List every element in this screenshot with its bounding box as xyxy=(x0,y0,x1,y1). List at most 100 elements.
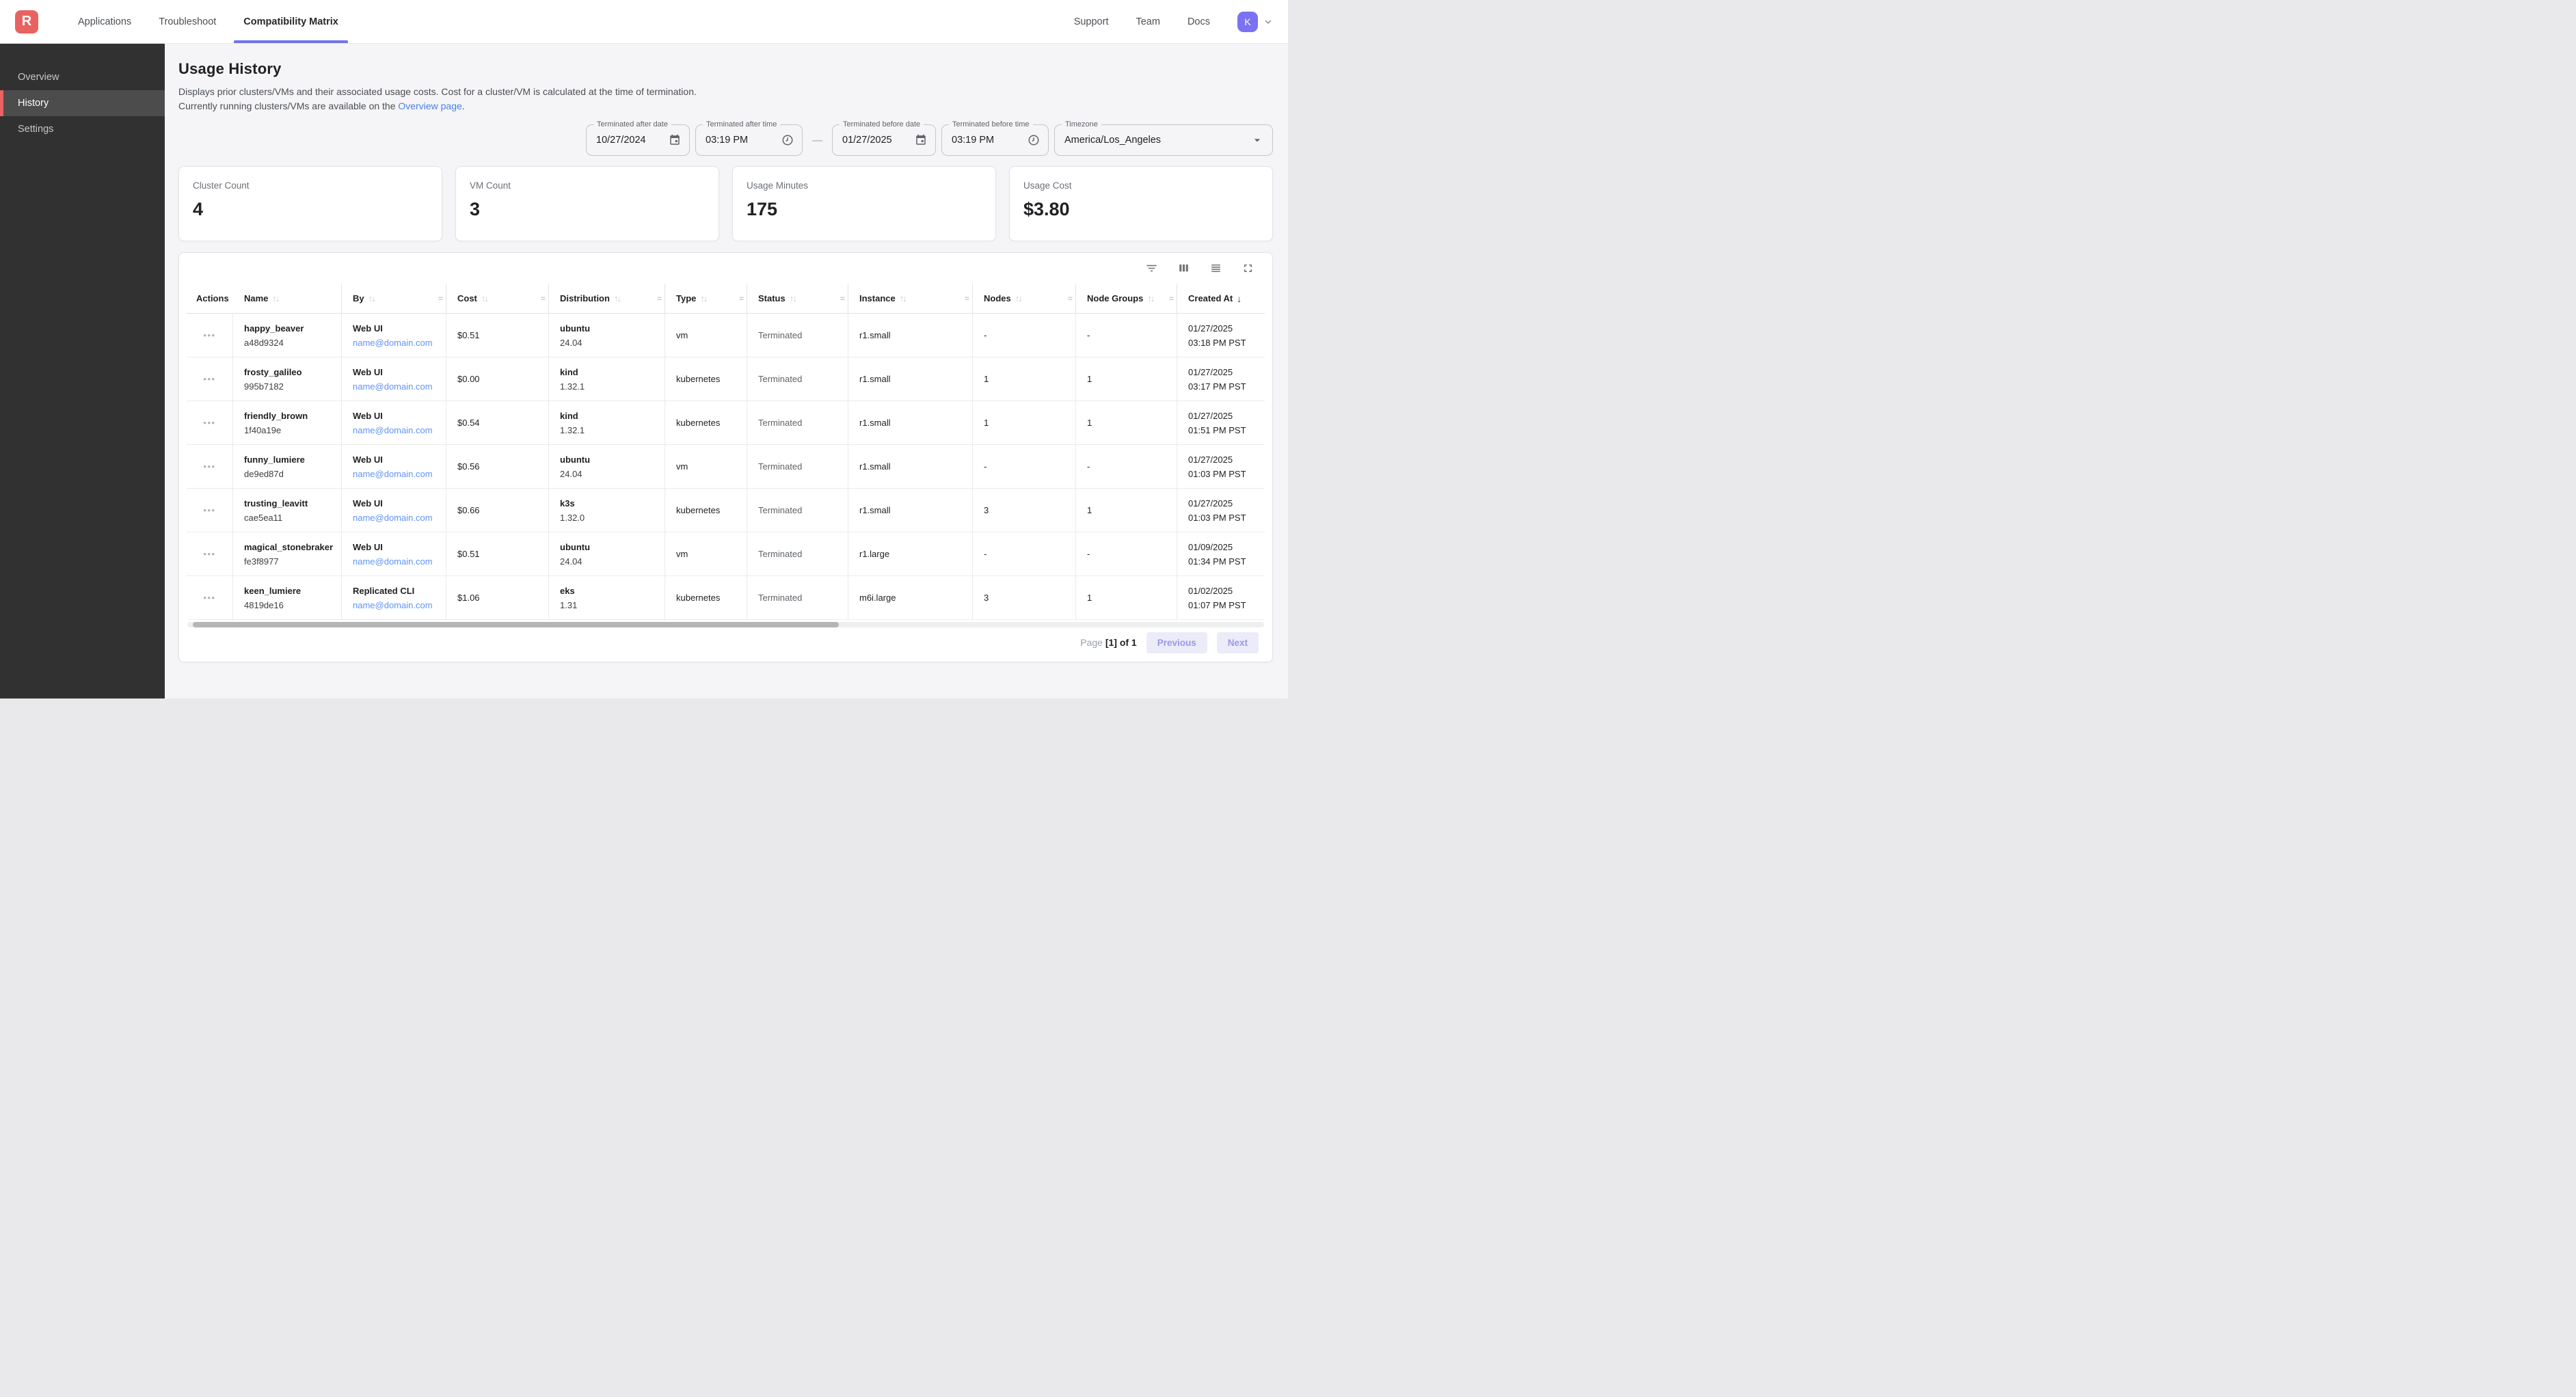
terminated-after-date-field[interactable]: Terminated after date 10/27/2024 xyxy=(586,124,690,156)
column-header-node-groups[interactable]: Node Groups↑↓= xyxy=(1076,284,1177,313)
clock-icon[interactable] xyxy=(1028,134,1040,146)
created-by-source: Web UI xyxy=(353,367,446,377)
cell-distribution: eks1.31 xyxy=(549,576,665,619)
sort-icon[interactable]: ↑↓ xyxy=(700,293,706,303)
cell-cost: $0.66 xyxy=(446,489,549,532)
sort-icon[interactable]: ↑↓ xyxy=(1147,293,1153,303)
link-team[interactable]: Team xyxy=(1136,16,1159,27)
column-resize-handle[interactable]: = xyxy=(541,294,546,303)
fullscreen-icon[interactable] xyxy=(1242,262,1255,275)
node-groups-value: - xyxy=(1087,549,1177,559)
previous-page-button[interactable]: Previous xyxy=(1146,632,1207,653)
row-actions-button[interactable]: ••• xyxy=(203,463,215,470)
column-header-created-at[interactable]: Created At ↓ xyxy=(1177,284,1265,313)
nodes-value: - xyxy=(984,461,1075,472)
row-actions-button[interactable]: ••• xyxy=(203,332,215,339)
cell-node-groups: - xyxy=(1076,314,1177,357)
columns-icon[interactable] xyxy=(1177,262,1190,275)
row-actions-button[interactable]: ••• xyxy=(203,507,215,514)
tab-compatibility-matrix[interactable]: Compatibility Matrix xyxy=(232,0,349,43)
sort-icon[interactable]: ↑↓ xyxy=(790,293,796,303)
sidebar-item-history[interactable]: History xyxy=(0,90,165,116)
table-row: ••• keen_lumiere4819de16 Replicated CLIn… xyxy=(187,576,1265,620)
column-header-status[interactable]: Status↑↓= xyxy=(747,284,848,313)
calendar-icon[interactable] xyxy=(669,134,681,146)
column-header-nodes[interactable]: Nodes↑↓= xyxy=(973,284,1076,313)
created-by-email-link[interactable]: name@domain.com xyxy=(353,513,446,523)
sort-icon[interactable]: ↑↓ xyxy=(368,293,375,303)
cell-created-at: 01/02/202501:07 PM PST xyxy=(1177,576,1265,619)
link-docs[interactable]: Docs xyxy=(1188,16,1210,27)
sidebar-item-overview[interactable]: Overview xyxy=(0,64,165,90)
column-header-cost[interactable]: Cost↑↓= xyxy=(446,284,549,313)
terminated-before-date-field[interactable]: Terminated before date 01/27/2025 xyxy=(832,124,936,156)
sidebar-item-settings[interactable]: Settings xyxy=(0,116,165,142)
column-header-name[interactable]: Name↑↓ xyxy=(233,284,342,313)
instance-value: r1.small xyxy=(859,505,972,515)
cell-name: frosty_galileo995b7182 xyxy=(233,357,342,401)
column-header-instance[interactable]: Instance↑↓= xyxy=(848,284,973,313)
instance-value: r1.large xyxy=(859,549,972,559)
clock-icon[interactable] xyxy=(781,134,794,146)
tab-applications[interactable]: Applications xyxy=(67,0,142,43)
link-support[interactable]: Support xyxy=(1074,16,1109,27)
terminated-after-time-field[interactable]: Terminated after time 03:19 PM xyxy=(695,124,803,156)
replicated-logo[interactable]: R xyxy=(15,10,38,33)
row-actions-button[interactable]: ••• xyxy=(203,376,215,383)
column-header-by[interactable]: By↑↓= xyxy=(342,284,446,313)
calendar-icon[interactable] xyxy=(915,134,927,146)
cell-by: Web UIname@domain.com xyxy=(342,401,446,444)
created-by-email-link[interactable]: name@domain.com xyxy=(353,556,446,567)
created-by-email-link[interactable]: name@domain.com xyxy=(353,600,446,610)
stat-cards: Cluster Count 4 VM Count 3 Usage Minutes… xyxy=(178,166,1273,241)
column-resize-handle[interactable]: = xyxy=(1169,294,1174,303)
sort-icon[interactable]: ↑↓ xyxy=(900,293,906,303)
column-resize-handle[interactable]: = xyxy=(739,294,744,303)
next-page-button[interactable]: Next xyxy=(1217,632,1259,653)
created-by-source: Web UI xyxy=(353,455,446,465)
tab-troubleshoot[interactable]: Troubleshoot xyxy=(148,0,227,43)
distribution-version: 1.32.0 xyxy=(560,513,665,523)
created-by-email-link[interactable]: name@domain.com xyxy=(353,338,446,348)
created-by-email-link[interactable]: name@domain.com xyxy=(353,425,446,435)
scrollbar-thumb[interactable] xyxy=(193,622,839,627)
row-actions-button[interactable]: ••• xyxy=(203,595,215,601)
row-actions-button[interactable]: ••• xyxy=(203,551,215,558)
nodes-value: 1 xyxy=(984,418,1075,428)
cell-nodes: - xyxy=(973,314,1076,357)
cell-distribution: ubuntu24.04 xyxy=(549,314,665,357)
sort-icon[interactable]: ↑↓ xyxy=(1015,293,1021,303)
nodes-value: 3 xyxy=(984,593,1075,603)
distribution-name: eks xyxy=(560,586,665,596)
column-resize-handle[interactable]: = xyxy=(657,294,662,303)
column-header-type[interactable]: Type↑↓= xyxy=(665,284,747,313)
cell-actions: ••• xyxy=(187,314,233,357)
account-menu[interactable]: K xyxy=(1237,12,1274,32)
overview-page-link[interactable]: Overview page xyxy=(398,100,461,111)
horizontal-scrollbar[interactable] xyxy=(187,622,1264,627)
cell-node-groups: 1 xyxy=(1076,576,1177,619)
column-header-distribution[interactable]: Distribution↑↓= xyxy=(549,284,665,313)
avatar[interactable]: K xyxy=(1237,12,1258,32)
column-label: Created At xyxy=(1188,293,1233,303)
filter-icon[interactable] xyxy=(1145,262,1158,275)
created-by-email-link[interactable]: name@domain.com xyxy=(353,469,446,479)
column-resize-handle[interactable]: = xyxy=(438,294,443,303)
created-by-email-link[interactable]: name@domain.com xyxy=(353,381,446,392)
column-resize-handle[interactable]: = xyxy=(840,294,845,303)
cost-value: $0.51 xyxy=(457,549,548,559)
cell-created-at: 01/27/202501:03 PM PST xyxy=(1177,445,1265,488)
timezone-select[interactable]: Timezone America/Los_Angeles xyxy=(1054,124,1273,156)
cluster-id: cae5ea11 xyxy=(244,513,341,523)
sort-icon[interactable]: ↑↓ xyxy=(481,293,487,303)
row-actions-button[interactable]: ••• xyxy=(203,420,215,426)
density-icon[interactable] xyxy=(1209,262,1222,275)
status-value: Terminated xyxy=(758,549,848,559)
column-resize-handle[interactable]: = xyxy=(965,294,969,303)
sort-icon[interactable]: ↑↓ xyxy=(614,293,620,303)
column-resize-handle[interactable]: = xyxy=(1068,294,1073,303)
sort-icon[interactable]: ↑↓ xyxy=(272,293,278,303)
terminated-before-time-field[interactable]: Terminated before time 03:19 PM xyxy=(941,124,1049,156)
sort-desc-icon[interactable]: ↓ xyxy=(1237,293,1242,304)
cell-by: Web UI name@domain.com xyxy=(342,445,446,488)
